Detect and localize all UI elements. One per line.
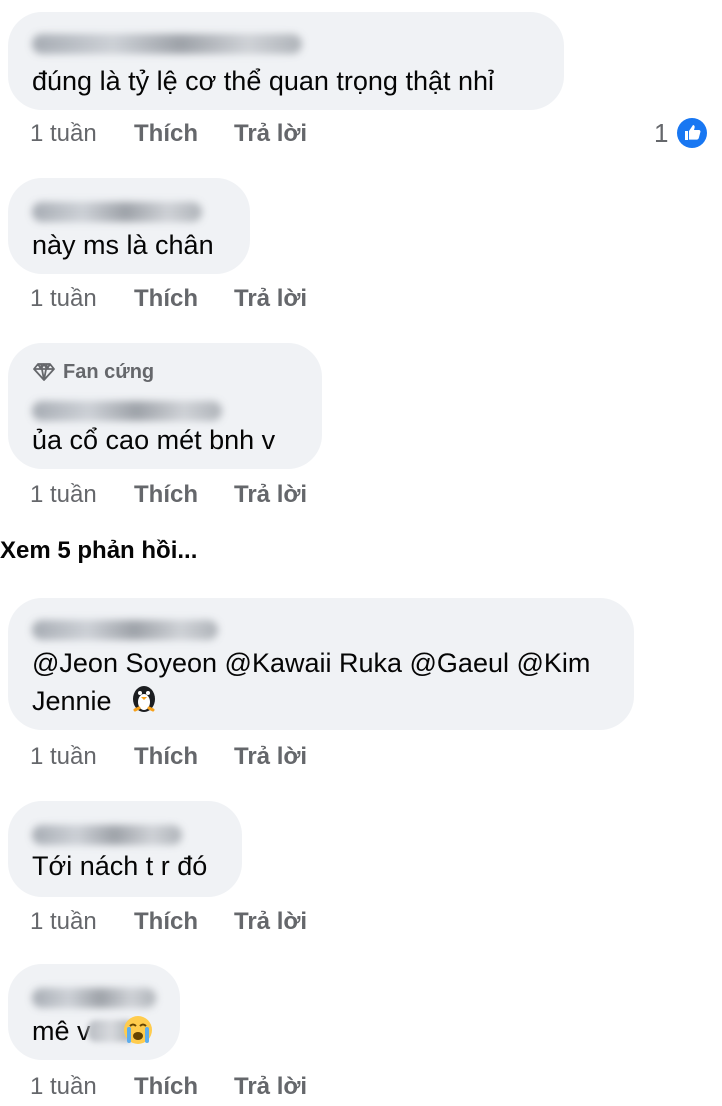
reply-button[interactable]: Trả lời (234, 478, 307, 512)
like-button[interactable]: Thích (134, 740, 198, 774)
blurred-author-name[interactable] (32, 401, 222, 421)
comment-bubble[interactable]: @Jeon Soyeon @Kawaii Ruka @Gaeul @Kim Je… (8, 598, 634, 730)
comment-mentions[interactable]: @Jeon Soyeon @Kawaii Ruka @Gaeul @Kim (32, 648, 590, 678)
comment-text-visible: mê v (32, 1016, 91, 1046)
comment-time[interactable]: 1 tuần (30, 905, 97, 939)
blurred-author-name[interactable] (32, 988, 156, 1008)
comment-text: Tới nách t r đó (32, 851, 208, 881)
blurred-author-name[interactable] (32, 34, 302, 54)
reaction-count: 1 (654, 118, 669, 148)
comment-text: này ms là chân (32, 230, 214, 260)
crying-face-emoji (122, 1014, 154, 1051)
reply-button[interactable]: Trả lời (234, 1070, 307, 1104)
view-replies-link[interactable]: Xem 5 phản hồi... (0, 534, 197, 568)
comment-text: mê v (32, 1012, 91, 1050)
comment-text: ủa cổ cao mét bnh v (32, 425, 276, 455)
comment-bubble[interactable]: đúng là tỷ lệ cơ thể quan trọng thật nhỉ (8, 12, 564, 110)
like-reaction-icon (676, 117, 708, 156)
blurred-author-name[interactable] (32, 825, 182, 845)
comment-bubble[interactable]: Fan cứng ủa cổ cao mét bnh v (8, 343, 322, 469)
mention-continuation[interactable]: Jennie (32, 686, 112, 716)
comment-text-line-2: Jennie (32, 682, 161, 723)
comment-time[interactable]: 1 tuần (30, 740, 97, 774)
comment-time[interactable]: 1 tuần (30, 117, 97, 151)
like-button[interactable]: Thích (134, 1070, 198, 1104)
like-button[interactable]: Thích (134, 478, 198, 512)
blurred-author-name[interactable] (32, 620, 218, 640)
like-button[interactable]: Thích (134, 282, 198, 316)
penguin-emoji (127, 683, 161, 723)
badge-label: Fan cứng (63, 361, 155, 383)
comment-bubble[interactable]: Tới nách t r đó (8, 801, 242, 897)
like-button[interactable]: Thích (134, 905, 198, 939)
comment-time[interactable]: 1 tuần (30, 1070, 97, 1104)
diamond-icon (33, 363, 55, 381)
reply-button[interactable]: Trả lời (234, 117, 307, 151)
comment-text-line-1: @Jeon Soyeon @Kawaii Ruka @Gaeul @Kim (32, 644, 590, 682)
comment-bubble[interactable]: này ms là chân (8, 178, 250, 274)
reply-button[interactable]: Trả lời (234, 282, 307, 316)
blurred-author-name[interactable] (32, 202, 202, 222)
comment-bubble[interactable]: mê v (8, 964, 180, 1060)
comment-time[interactable]: 1 tuần (30, 478, 97, 512)
comment-time[interactable]: 1 tuần (30, 282, 97, 316)
comment-text: đúng là tỷ lệ cơ thể quan trọng thật nhỉ (32, 66, 495, 96)
reply-button[interactable]: Trả lời (234, 905, 307, 939)
reply-button[interactable]: Trả lời (234, 740, 307, 774)
like-button[interactable]: Thích (134, 117, 198, 151)
